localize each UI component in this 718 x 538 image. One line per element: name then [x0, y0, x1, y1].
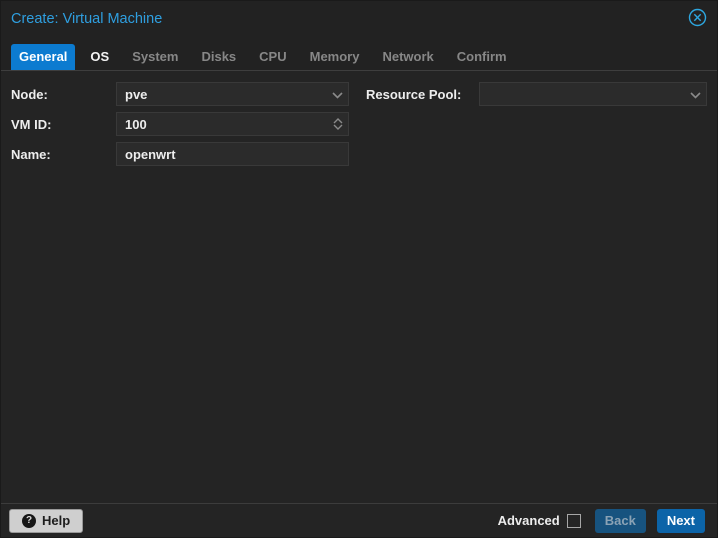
tab-cpu: CPU — [259, 49, 287, 64]
vmid-spinner[interactable] — [328, 113, 348, 135]
close-icon — [688, 8, 707, 30]
vmid-row: VM ID: — [11, 112, 349, 136]
node-label: Node: — [11, 86, 48, 102]
resource-pool-dropdown-trigger[interactable] — [684, 83, 706, 105]
resource-pool-input[interactable] — [480, 83, 684, 105]
name-input[interactable] — [117, 143, 348, 165]
tab-system: System — [132, 49, 179, 64]
node-combobox[interactable] — [116, 82, 349, 106]
tab-os[interactable]: OS — [82, 44, 117, 70]
tab-disks: Disks — [201, 49, 237, 64]
wizard-tabbar: General OS System Disks CPU Memory Netwo… — [1, 37, 717, 71]
resource-pool-label: Resource Pool: — [366, 86, 462, 102]
advanced-option: Advanced — [498, 513, 581, 528]
name-field[interactable] — [116, 142, 349, 166]
advanced-checkbox[interactable] — [566, 513, 581, 528]
node-row: Node: — [11, 82, 349, 106]
tab-confirm: Confirm — [456, 49, 507, 64]
resource-pool-row: Resource Pool: — [366, 82, 707, 106]
help-button-label: Help — [42, 513, 71, 528]
name-row: Name: — [11, 142, 349, 166]
back-button: Back — [594, 508, 646, 533]
create-vm-dialog: Create: Virtual Machine General OS Syste… — [0, 0, 718, 538]
vmid-label: VM ID: — [11, 116, 52, 132]
chevron-down-icon — [333, 124, 343, 130]
vmid-spinner-field[interactable] — [116, 112, 349, 136]
dialog-footer: ? Help Advanced Back Next — [1, 503, 717, 537]
resource-pool-combobox[interactable] — [479, 82, 707, 106]
help-button[interactable]: ? Help — [9, 508, 84, 533]
node-input[interactable] — [117, 83, 326, 105]
close-button[interactable] — [687, 8, 707, 30]
vmid-input[interactable] — [117, 113, 328, 135]
node-dropdown-trigger[interactable] — [326, 83, 348, 105]
dialog-titlebar: Create: Virtual Machine — [1, 1, 717, 37]
question-circle-icon: ? — [22, 513, 36, 528]
advanced-label: Advanced — [497, 513, 560, 528]
next-button[interactable]: Next — [656, 508, 705, 533]
tab-memory: Memory — [309, 49, 360, 64]
chevron-down-icon — [689, 87, 701, 102]
dialog-title: Create: Virtual Machine — [11, 11, 163, 27]
general-panel: Node: VM ID: — [1, 72, 717, 503]
tab-general[interactable]: General — [11, 44, 76, 70]
tab-network: Network — [382, 49, 434, 64]
name-label: Name: — [11, 146, 51, 162]
chevron-down-icon — [331, 87, 343, 102]
